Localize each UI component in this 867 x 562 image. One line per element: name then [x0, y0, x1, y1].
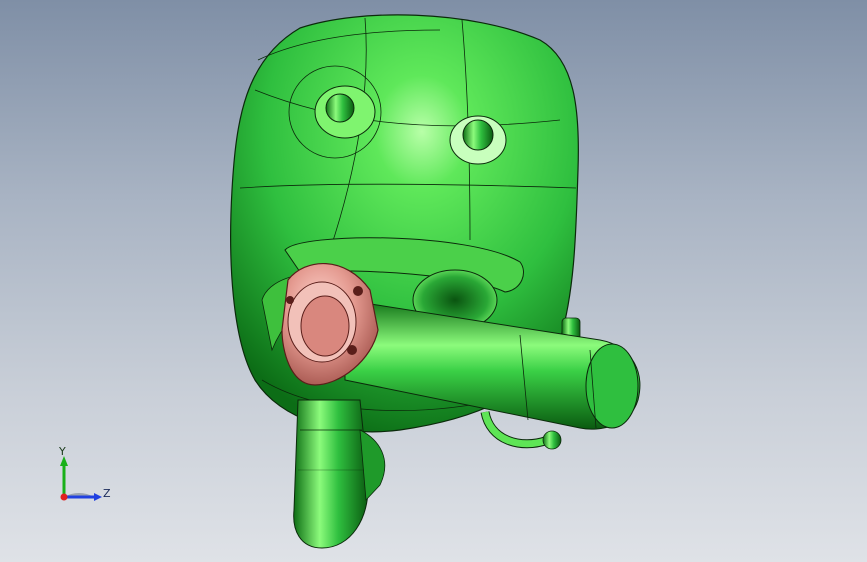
3d-viewport[interactable]: Y Z [0, 0, 867, 562]
x-axis-dot [60, 493, 68, 501]
z-axis-label: Z [103, 487, 111, 500]
y-axis-label: Y [58, 445, 66, 458]
orientation-triad[interactable]: Y Z [0, 0, 867, 562]
